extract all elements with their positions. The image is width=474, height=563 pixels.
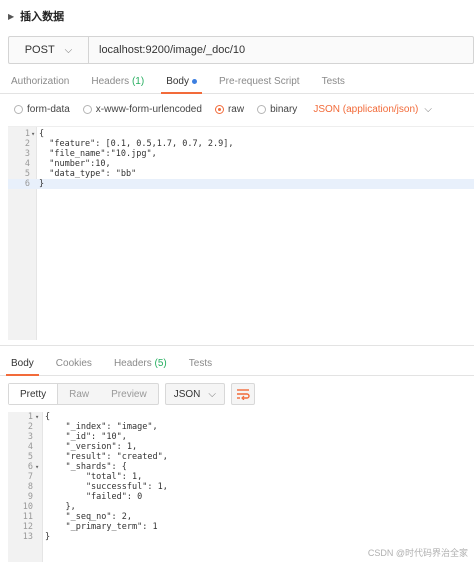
view-mode-switch: Pretty Raw Preview [8, 383, 159, 405]
url-bar: POST ⌵ localhost:9200/image/_doc/10 [8, 36, 474, 64]
method-select[interactable]: POST ⌵ [9, 37, 89, 63]
tab-label: Tests [321, 76, 345, 87]
format-label: JSON [173, 388, 201, 400]
code-line: 2 "_index": "image", [27, 422, 158, 432]
code-line: 8 "successful": 1, [27, 482, 168, 492]
response-headers-count: (5) [154, 358, 167, 369]
request-title-row[interactable]: ▶ 插入数据 [0, 0, 474, 32]
request-tabs: Authorization Headers (1) Body Pre-reque… [0, 70, 474, 94]
code-line: 13} [22, 532, 51, 542]
code-line: 11 "_seq_no": 2, [22, 512, 132, 522]
code-line: 3 "file_name":"10.jpg", [24, 149, 157, 159]
radio-icon [82, 104, 92, 114]
tab-label: Authorization [11, 76, 70, 87]
tab-body[interactable]: Body [155, 76, 208, 94]
code-line: 12 "_primary_term": 1 [22, 522, 158, 532]
tab-headers[interactable]: Headers (1) [80, 76, 155, 93]
request-title: 插入数据 [20, 11, 65, 23]
response-format-select[interactable]: JSON ⌵ [164, 383, 225, 405]
option-urlencoded[interactable]: x-www-form-urlencoded [82, 103, 202, 115]
response-tab-body[interactable]: Body [0, 358, 45, 376]
response-tab-headers[interactable]: Headers (5) [103, 358, 178, 375]
pretty-button[interactable]: Pretty [9, 384, 59, 404]
tab-label: Tests [188, 358, 213, 369]
request-body-editor[interactable]: 1 ▾{ 2 "feature": [0.1, 0.5,1.7, 0.7, 2.9… [8, 126, 474, 340]
fold-toggle-icon[interactable]: ▾ [35, 462, 39, 472]
watermark: CSDN @时代码界治全家 [367, 548, 468, 558]
wrap-lines-button[interactable] [230, 383, 255, 405]
option-label: raw [227, 103, 245, 115]
code-line-active: 6} [8, 179, 474, 189]
tab-label: Body [11, 358, 34, 369]
option-binary[interactable]: binary [257, 104, 297, 115]
code-line: 10 }, [22, 502, 76, 512]
chevron-down-icon: ⌵ [64, 44, 73, 56]
chevron-down-icon: ⌵ [208, 388, 216, 400]
content-type-label: JSON (application/json) [313, 103, 419, 115]
code-line: 2 "feature": [0.1, 0.5,1.7, 0.7, 2.9], [24, 139, 234, 149]
url-input[interactable]: localhost:9200/image/_doc/10 [89, 44, 245, 56]
radio-icon [257, 104, 267, 114]
tab-authorization[interactable]: Authorization [0, 76, 80, 93]
response-tab-tests[interactable]: Tests [178, 358, 223, 375]
option-label: binary [270, 103, 298, 115]
radio-icon [14, 104, 23, 114]
body-type-options: form-data x-www-form-urlencoded raw bina… [0, 100, 474, 118]
code-line: 1 ▾{ [27, 412, 51, 422]
code-line: 5 "data_type": "bb" [24, 169, 137, 179]
tab-label: Cookies [55, 358, 92, 369]
code-line: 6 ▾ "_shards": { [27, 462, 127, 472]
response-tab-cookies[interactable]: Cookies [45, 358, 103, 375]
option-label: x-www-form-urlencoded [95, 103, 202, 115]
fold-toggle-icon[interactable]: ▾ [31, 129, 35, 139]
raw-button[interactable]: Raw [58, 384, 100, 404]
tab-label: Pre-request Script [219, 76, 300, 87]
tab-pre-request-script[interactable]: Pre-request Script [208, 76, 311, 93]
headers-count: (1) [131, 76, 145, 87]
code-line: 4 "_version": 1, [27, 442, 138, 452]
tab-label: Body [166, 76, 189, 87]
chevron-down-icon: ⌵ [424, 103, 432, 115]
response-toolbar: Pretty Raw Preview JSON ⌵ [8, 383, 255, 405]
content-type-select[interactable]: JSON (application/json) ⌵ [313, 104, 432, 115]
option-raw[interactable]: raw [214, 103, 245, 115]
wrap-lines-icon [236, 389, 250, 400]
code-line: 4 "number":10, [24, 159, 111, 169]
option-form-data[interactable]: form-data [14, 104, 70, 115]
response-body-viewer[interactable]: 1 ▾{ 2 "_index": "image", 3 "_id": "10", … [8, 412, 474, 562]
pane-divider[interactable] [0, 345, 474, 346]
code-line: 1 ▾{ [24, 129, 45, 139]
response-tabs: Body Cookies Headers (5) Tests [0, 352, 474, 376]
modified-dot-icon [192, 78, 197, 84]
tab-label: Headers [113, 358, 152, 369]
code-line: 7 "total": 1, [27, 472, 143, 482]
method-label: POST [24, 44, 55, 56]
tab-tests[interactable]: Tests [311, 76, 356, 93]
code-line: 3 "_id": "10", [27, 432, 127, 442]
option-label: form-data [27, 103, 70, 115]
radio-selected-icon [214, 104, 224, 114]
preview-button[interactable]: Preview [100, 384, 158, 404]
fold-toggle-icon[interactable]: ▾ [35, 412, 39, 422]
code-line: 5 "result": "created", [27, 452, 168, 462]
collapse-caret-icon[interactable]: ▶ [8, 12, 14, 21]
tab-label: Headers [91, 76, 130, 87]
code-line: 9 "failed": 0 [27, 492, 143, 502]
